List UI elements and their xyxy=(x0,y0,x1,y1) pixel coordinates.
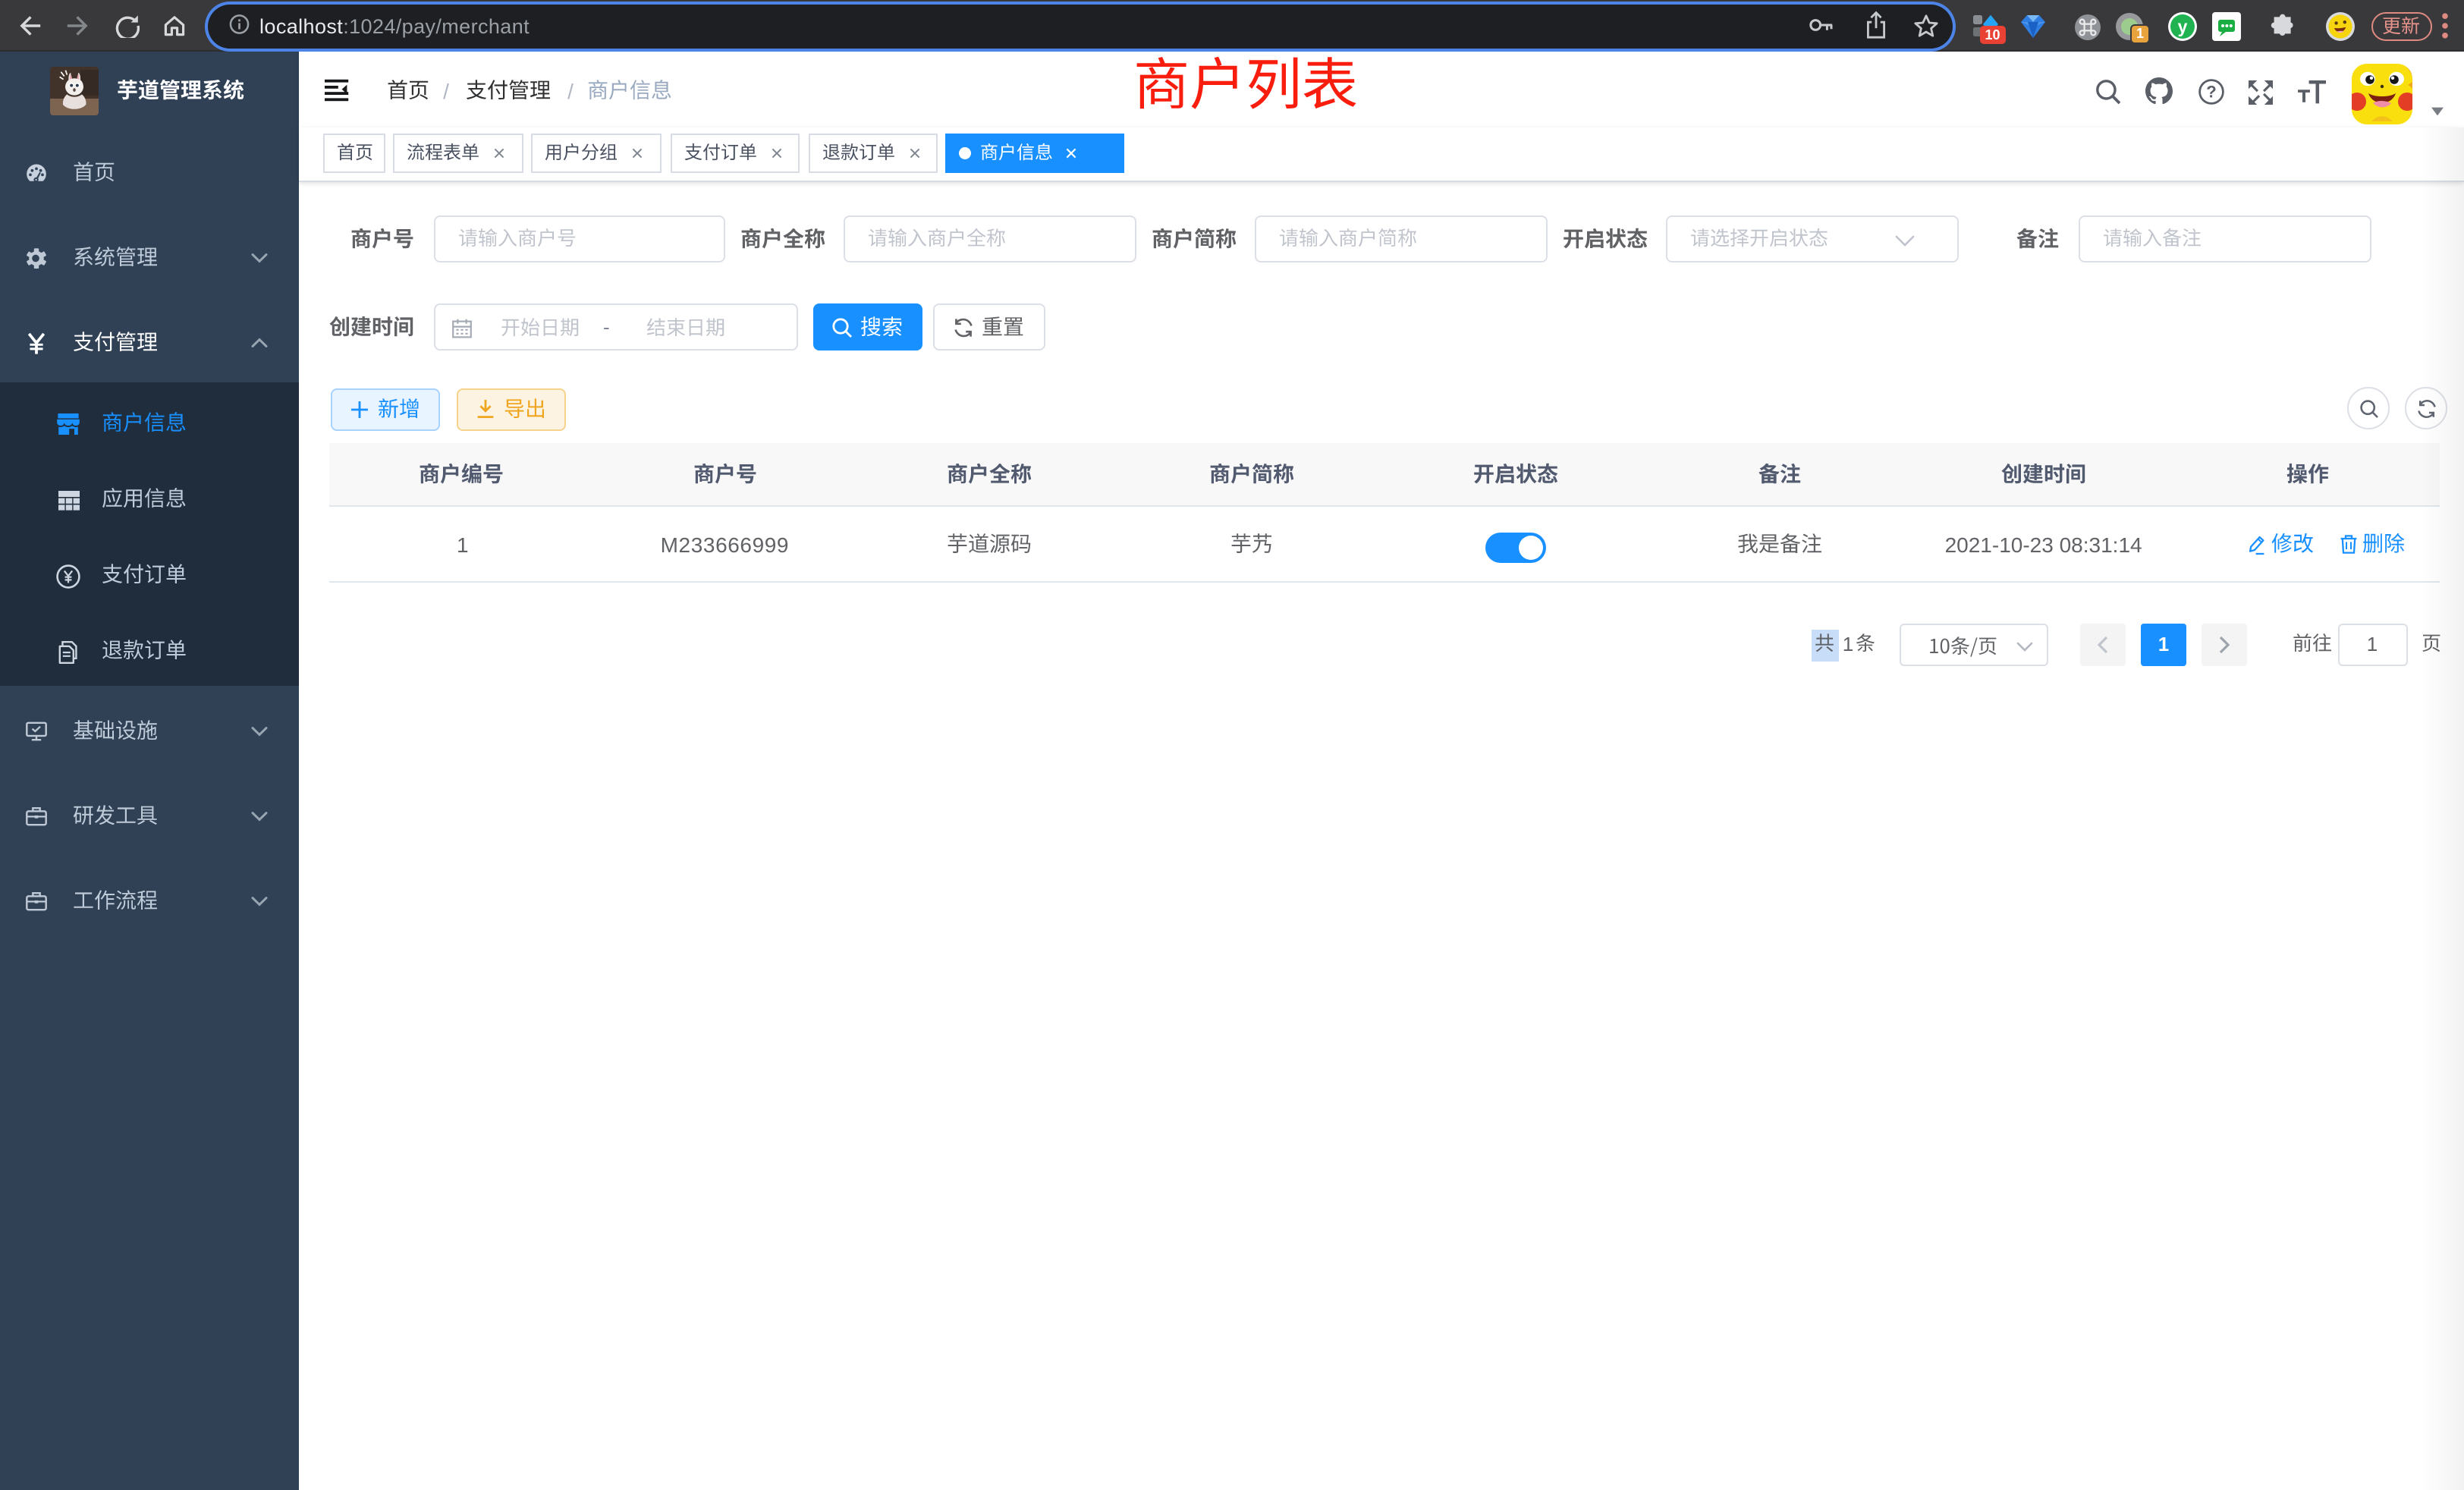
svg-text:y: y xyxy=(2178,17,2188,36)
